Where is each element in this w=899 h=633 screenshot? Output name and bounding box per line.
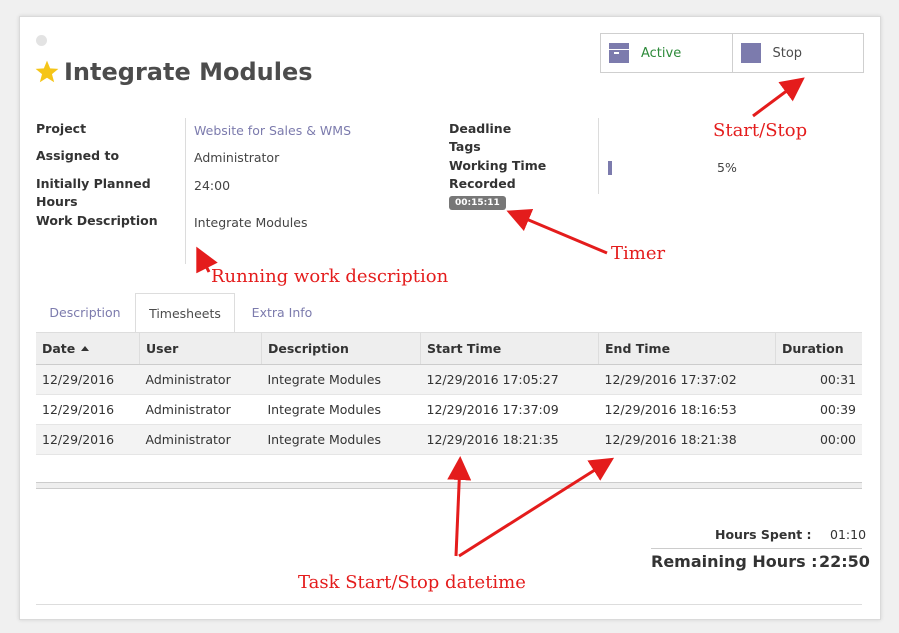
col-start-time[interactable]: Start Time <box>420 332 599 365</box>
cell-user: Administrator <box>139 424 262 455</box>
cell-duration: 00:31 <box>775 364 862 395</box>
cell-description: Integrate Modules <box>261 424 421 455</box>
working-time-label: Working Time Recorded <box>449 158 547 191</box>
stat-button-box: Active Stop <box>600 33 864 73</box>
progress-text: 5% <box>717 160 737 175</box>
table-row[interactable]: 12/29/2016 Administrator Integrate Modul… <box>36 424 862 455</box>
remaining-hours-value: 22:50 <box>819 552 870 571</box>
col-description[interactable]: Description <box>261 332 421 365</box>
cell-date: 12/29/2016 <box>36 394 140 425</box>
project-label: Project <box>36 121 87 136</box>
table-row[interactable]: 12/29/2016 Administrator Integrate Modul… <box>36 394 862 425</box>
cell-start-time: 12/29/2016 17:37:09 <box>420 394 599 425</box>
task-title: Integrate Modules <box>64 58 313 86</box>
work-description-value: Integrate Modules <box>194 215 308 230</box>
archive-icon <box>609 43 629 63</box>
planned-hours-value: 24:00 <box>194 178 231 193</box>
table-row[interactable]: 12/29/2016 Administrator Integrate Modul… <box>36 364 862 395</box>
remaining-hours-label: Remaining Hours : <box>651 552 818 571</box>
notebook-tabs: Description Timesheets Extra Info <box>36 293 862 333</box>
field-divider-right <box>598 118 599 194</box>
priority-dot[interactable] <box>36 35 47 46</box>
active-button[interactable]: Active <box>601 34 732 72</box>
cell-user: Administrator <box>139 364 262 395</box>
page-title: Integrate Modules <box>34 58 313 86</box>
tab-timesheets[interactable]: Timesheets <box>135 293 235 333</box>
cell-date: 12/29/2016 <box>36 364 140 395</box>
active-label: Active <box>641 45 682 61</box>
cell-description: Integrate Modules <box>261 364 421 395</box>
annotation-start-stop: Start/Stop <box>713 120 808 141</box>
cell-date: 12/29/2016 <box>36 424 140 455</box>
stop-label: Stop <box>772 45 803 61</box>
cell-start-time: 12/29/2016 17:05:27 <box>420 364 599 395</box>
sort-up-icon <box>81 346 90 351</box>
col-end-time[interactable]: End Time <box>598 332 776 365</box>
table-header-row: Date User Description Start Time End Tim… <box>36 332 862 365</box>
cell-user: Administrator <box>139 394 262 425</box>
tags-label: Tags <box>449 139 481 154</box>
cell-description: Integrate Modules <box>261 394 421 425</box>
cell-duration: 00:39 <box>775 394 862 425</box>
table-footer <box>36 482 862 489</box>
work-description-label: Work Description <box>36 213 158 228</box>
chatter-divider <box>36 604 862 605</box>
project-link[interactable]: Website for Sales & WMS <box>194 123 351 138</box>
cell-start-time: 12/29/2016 18:21:35 <box>420 424 599 455</box>
stop-icon <box>740 43 761 63</box>
cell-end-time: 12/29/2016 18:16:53 <box>598 394 776 425</box>
hours-spent-value: 01:10 <box>830 527 867 542</box>
summary-divider <box>651 548 862 549</box>
annotation-task-datetime: Task Start/Stop datetime <box>298 572 526 593</box>
assigned-value: Administrator <box>194 150 280 165</box>
planned-hours-label: Initially Planned Hours <box>36 176 151 209</box>
col-duration[interactable]: Duration <box>775 332 862 365</box>
deadline-label: Deadline <box>449 121 512 136</box>
assigned-label: Assigned to <box>36 148 120 163</box>
cell-end-time: 12/29/2016 18:21:38 <box>598 424 776 455</box>
timer-badge: 00:15:11 <box>449 196 506 210</box>
col-date[interactable]: Date <box>36 332 140 365</box>
hours-spent-label: Hours Spent : <box>715 527 812 542</box>
timesheet-table: Date User Description Start Time End Tim… <box>36 332 862 455</box>
tab-extra-info[interactable]: Extra Info <box>237 293 327 332</box>
progress-bar <box>608 161 612 175</box>
cell-duration: 00:00 <box>775 424 862 455</box>
stop-button[interactable]: Stop <box>731 34 864 72</box>
col-user[interactable]: User <box>139 332 262 365</box>
cell-end-time: 12/29/2016 17:37:02 <box>598 364 776 395</box>
annotation-timer: Timer <box>611 243 666 264</box>
annotation-running-desc: Running work description <box>211 266 449 287</box>
tab-description[interactable]: Description <box>36 293 134 332</box>
field-divider <box>185 118 186 264</box>
star-icon[interactable] <box>34 59 60 85</box>
